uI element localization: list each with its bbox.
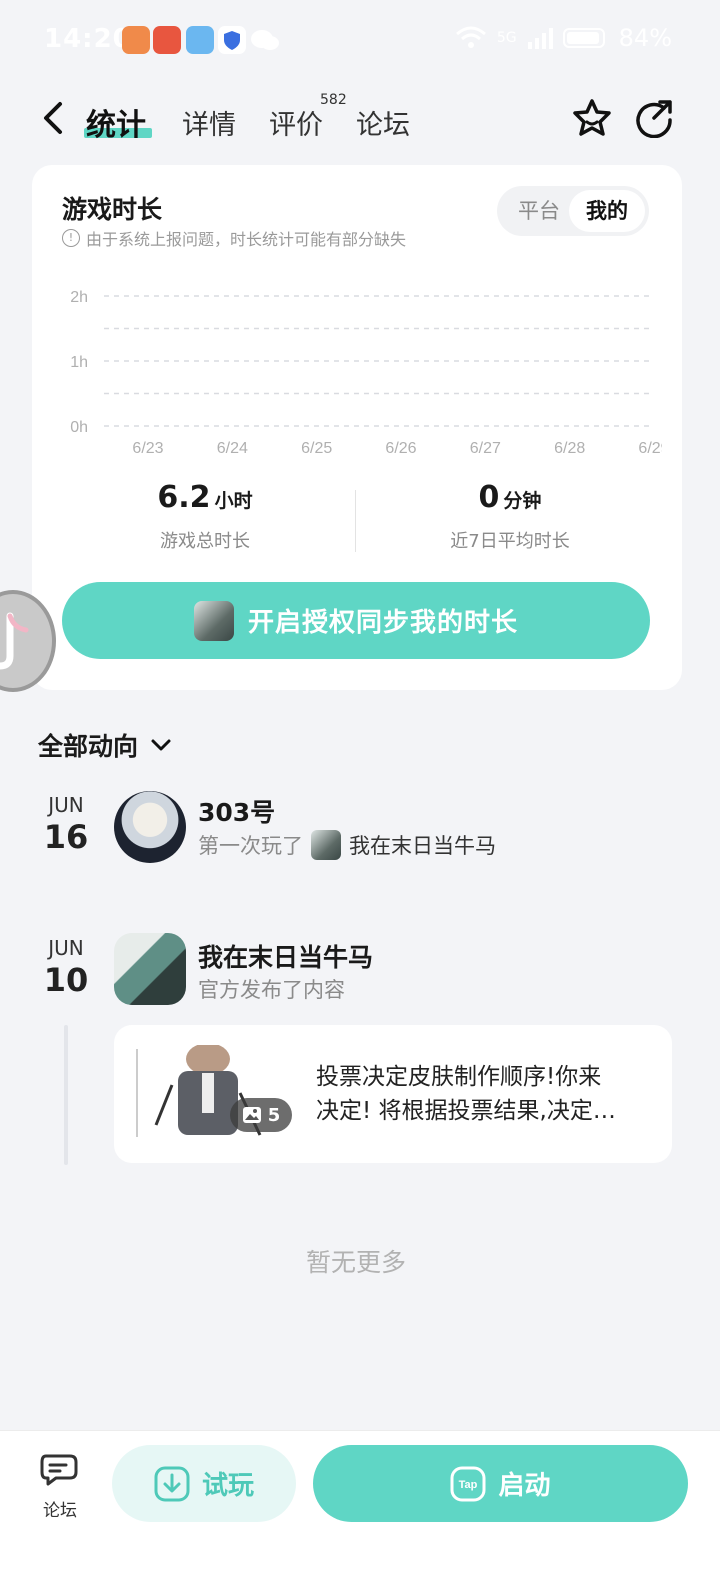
playtime-chart: 2h 1h 0h 6/23 6/24 6/25 6/26 6/27 6/28 6/29 bbox=[70, 289, 662, 457]
x-tick-label: 6/26 bbox=[385, 440, 416, 457]
forum-icon bbox=[40, 1454, 78, 1486]
x-tick-label: 6/28 bbox=[554, 440, 585, 457]
tab-stats[interactable]: 统计 bbox=[86, 100, 146, 144]
y-tick-label: 2h bbox=[70, 289, 88, 306]
image-count: 5 bbox=[267, 1104, 281, 1126]
weather-icon bbox=[186, 26, 214, 54]
note-text: 由于系统上报问题，时长统计可能有部分缺失 bbox=[86, 230, 407, 249]
total-unit: 小时 bbox=[214, 490, 253, 512]
total-playtime: 6.2 小时 bbox=[110, 480, 300, 515]
x-tick-label: 6/27 bbox=[470, 440, 501, 457]
no-more-text: 暂无更多 bbox=[305, 1248, 406, 1277]
app-notification-icon bbox=[122, 26, 150, 54]
thread-line bbox=[64, 1025, 68, 1165]
source-toggle[interactable]: 平台 我的 bbox=[497, 186, 649, 236]
tab-details[interactable]: 详情 bbox=[182, 103, 236, 142]
average-label: 近7日平均时长 bbox=[450, 531, 570, 552]
tap-logo-text: Tap bbox=[459, 1479, 478, 1491]
average-playtime: 0 分钟 bbox=[410, 480, 610, 515]
toggle-mine[interactable]: 我的 bbox=[569, 190, 645, 232]
x-tick-label: 6/23 bbox=[132, 440, 163, 457]
game-title[interactable]: 我在末日当牛马 bbox=[198, 938, 373, 974]
sync-playtime-button[interactable]: 开启授权同步我的时长 bbox=[62, 582, 650, 659]
forum-button[interactable] bbox=[40, 1452, 80, 1488]
feed-title: 全部动向 bbox=[38, 732, 139, 761]
total-value: 6.2 bbox=[157, 480, 211, 515]
avatar[interactable] bbox=[114, 791, 186, 863]
game-name[interactable]: 我在末日当牛马 bbox=[349, 830, 496, 860]
activity-line: 第一次玩了 我在末日当牛马 bbox=[198, 830, 496, 860]
image-count-badge: 5 bbox=[230, 1098, 292, 1132]
review-count-badge: 582 bbox=[320, 92, 347, 108]
user-name[interactable]: 303号 bbox=[198, 793, 275, 829]
download-icon bbox=[154, 1466, 190, 1501]
post-line-2: 决定! 将根据投票结果,决定… bbox=[316, 1098, 616, 1124]
signal-icon bbox=[527, 28, 553, 49]
average-value: 0 bbox=[478, 480, 500, 515]
y-tick-label: 1h bbox=[70, 354, 88, 371]
launch-label: 启动 bbox=[498, 1471, 551, 1501]
y-tick-label: 0h bbox=[70, 419, 88, 436]
share-icon bbox=[636, 100, 672, 139]
date-day: 16 bbox=[43, 818, 89, 856]
network-label: 5G bbox=[496, 30, 517, 46]
x-tick-label: 6/25 bbox=[301, 440, 332, 457]
star-icon bbox=[573, 99, 611, 136]
divider bbox=[355, 490, 356, 552]
info-icon: ! bbox=[62, 229, 80, 247]
favorite-button[interactable] bbox=[570, 96, 614, 140]
date-month: JUN bbox=[48, 793, 84, 817]
trial-button[interactable]: 试玩 bbox=[112, 1445, 296, 1522]
card-title: 游戏时长 bbox=[62, 195, 163, 224]
game-avatar[interactable] bbox=[114, 933, 186, 1005]
floating-app-bubble[interactable] bbox=[0, 590, 56, 692]
game-icon bbox=[311, 830, 341, 860]
sync-playtime-label: 开启授权同步我的时长 bbox=[247, 608, 518, 638]
toggle-platform[interactable]: 平台 bbox=[505, 186, 573, 236]
shield-icon bbox=[218, 26, 246, 54]
card-note: ! 由于系统上报问题，时长统计可能有部分缺失 bbox=[62, 226, 406, 250]
battery-icon bbox=[562, 28, 605, 48]
game-icon bbox=[193, 600, 234, 641]
tab-forum[interactable]: 论坛 bbox=[356, 103, 410, 142]
trial-label: 试玩 bbox=[201, 1471, 254, 1501]
tab-reviews[interactable]: 评价 bbox=[269, 103, 323, 142]
activity-text: 第一次玩了 bbox=[198, 834, 303, 858]
post-line-1: 投票决定皮肤制作顺序!你来 bbox=[316, 1064, 602, 1090]
launch-button[interactable]: Tap 启动 bbox=[313, 1445, 688, 1522]
x-tick-label: 6/29 bbox=[638, 440, 662, 457]
x-tick-label: 6/24 bbox=[217, 440, 248, 457]
status-bar: 14:20 5G 84% bbox=[0, 0, 720, 80]
wechat-icon bbox=[250, 28, 280, 52]
date-day: 10 bbox=[43, 961, 89, 999]
battery-level: 84% bbox=[618, 24, 672, 52]
total-label: 游戏总时长 bbox=[160, 531, 250, 552]
date-month: JUN bbox=[48, 936, 84, 960]
back-button[interactable] bbox=[36, 98, 72, 138]
tiktok-icon bbox=[0, 612, 29, 670]
chevron-down-icon bbox=[151, 739, 171, 751]
taptap-icon: Tap bbox=[450, 1466, 486, 1501]
image-icon bbox=[242, 1107, 261, 1123]
wifi-icon bbox=[455, 26, 486, 48]
forum-label[interactable]: 论坛 bbox=[40, 1496, 80, 1521]
post-text[interactable]: 投票决定皮肤制作顺序!你来 决定! 将根据投票结果,决定… bbox=[316, 1060, 654, 1128]
status-time: 14:20 bbox=[44, 24, 132, 54]
share-button[interactable] bbox=[634, 98, 674, 139]
average-unit: 分钟 bbox=[503, 490, 542, 512]
app-notification-icon bbox=[153, 26, 181, 54]
activity-text: 官方发布了内容 bbox=[198, 978, 345, 1002]
feed-filter[interactable]: 全部动向 bbox=[38, 727, 174, 763]
back-arrow-icon bbox=[44, 102, 62, 134]
